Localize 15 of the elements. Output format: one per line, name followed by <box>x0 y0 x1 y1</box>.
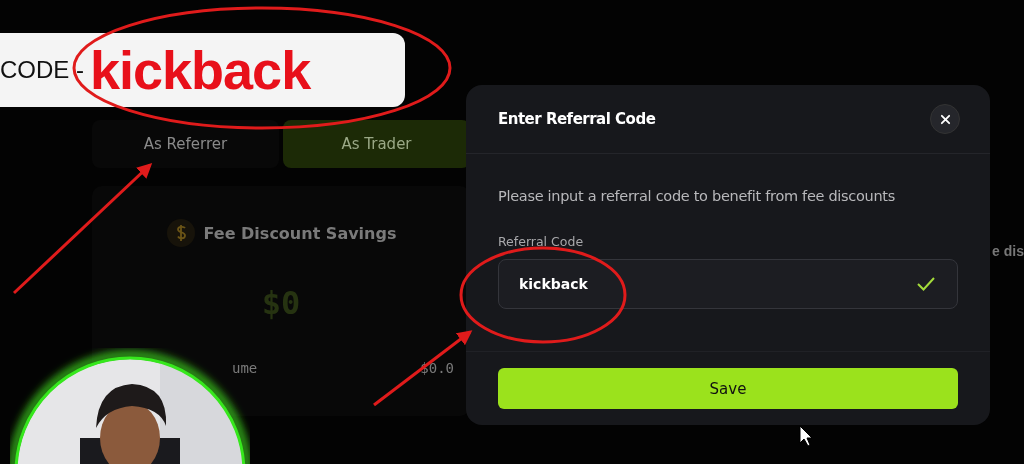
tab[interactable]: As Referrer <box>92 120 279 168</box>
close-button[interactable] <box>930 104 960 134</box>
dollar-coin-icon <box>165 218 196 248</box>
close-icon <box>939 113 951 125</box>
stat-label: ume <box>232 360 258 376</box>
cursor-icon <box>799 425 813 447</box>
field-label: Referral Code <box>498 234 585 249</box>
save-button[interactable]: Save <box>498 368 958 409</box>
dialog-description: Please input a referral code to benefit from fee discounts <box>498 188 896 204</box>
referral-code-field[interactable]: kickback <box>498 259 958 309</box>
dialog-title: Enter Referral Code <box>498 110 656 128</box>
panel-title: Fee Discount Savings <box>203 223 397 243</box>
referral-code-text: kickback <box>90 39 311 101</box>
banner-label: CODE - <box>0 56 84 84</box>
section-heading: e dis <box>992 243 1024 259</box>
